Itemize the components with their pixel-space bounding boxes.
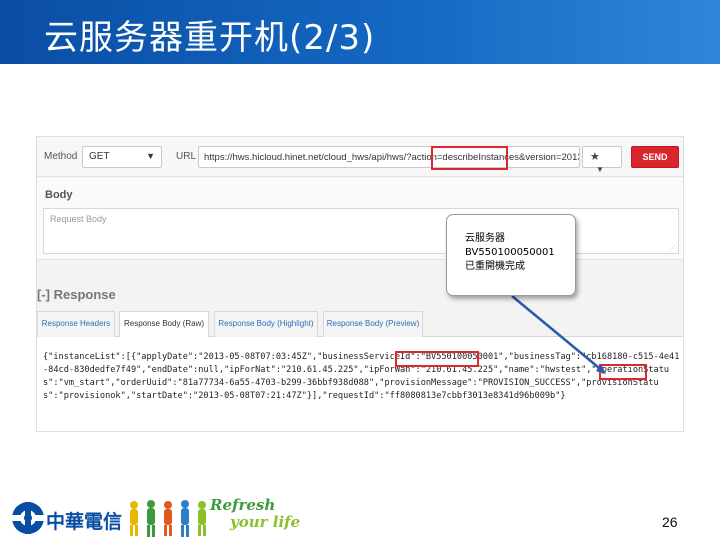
tab-response-body-raw[interactable]: Response Body (Raw) [119,311,209,338]
response-tabs: Response Headers Response Body (Raw) Res… [37,307,683,338]
title-bar: 云服务器重开机(2/3) [0,0,720,64]
highlight-operation-status [599,364,647,380]
send-button[interactable]: SEND [631,146,679,168]
request-body-placeholder: Request Body [50,214,107,224]
chevron-down-icon: ▼ [596,165,604,174]
slogan-line-1: Refresh [210,496,276,514]
method-select[interactable]: GET ▼ [82,146,162,168]
body-section: Body Request Body ⋰ [37,178,683,260]
tab-response-body-highlight[interactable]: Response Body (Highlight) [214,311,318,337]
response-title[interactable]: [-] Response [37,287,116,302]
method-value: GET [89,151,110,162]
tab-response-headers[interactable]: Response Headers [37,311,115,337]
resize-grip-icon[interactable]: ⋰ [669,244,676,252]
url-label: URL [176,151,197,162]
highlight-service-id [395,351,479,367]
highlight-action-param [431,146,508,170]
page-title: 云服务器重开机(2/3) [44,18,376,58]
star-icon: ★ [590,151,600,163]
company-name: 中華電信 [46,511,123,533]
response-body-raw: {"instanceList":[{"applyDate":"2013-05-0… [37,337,683,431]
callout-text: 云服务器 BV550100050001 已重開機完成 [465,232,555,274]
callout-line-3: 已重開機完成 [465,261,525,272]
api-client-screenshot: Method GET ▼ URL https://hws.hicloud.hin… [36,136,684,432]
favorite-button[interactable]: ★ ▼ [582,146,622,174]
callout-line-1: 云服务器 [465,233,505,244]
tab-response-body-preview[interactable]: Response Body (Preview) [323,311,423,337]
request-body-input[interactable]: Request Body ⋰ [43,208,679,254]
request-row: Method GET ▼ URL https://hws.hicloud.hin… [37,137,683,177]
people-figures-icon [130,500,206,537]
chevron-down-icon: ▼ [146,151,155,161]
slogan-line-2: your life [230,513,301,531]
body-title: Body [45,189,73,201]
footer-logo: 中華電信 Refresh your life [8,496,318,540]
url-input[interactable]: https://hws.hicloud.hinet.net/cloud_hws/… [198,146,580,168]
callout-line-2: BV550100050001 [465,247,555,258]
page-number: 26 [662,514,678,530]
callout-box: 云服务器 BV550100050001 已重開機完成 [446,214,576,296]
method-label: Method [44,151,78,162]
